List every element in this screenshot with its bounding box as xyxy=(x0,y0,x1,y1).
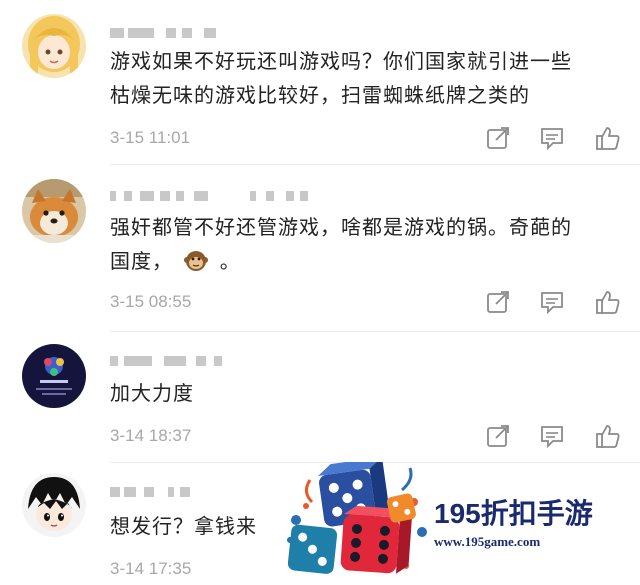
reply-icon[interactable] xyxy=(538,124,566,152)
username-redacted[interactable] xyxy=(110,187,310,205)
avatar[interactable] xyxy=(22,179,86,243)
comment-list: 游戏如果不好玩还叫游戏吗？你们国家就引进一些 枯燥无味的游戏比较好，扫雷蜘蛛纸牌… xyxy=(0,0,640,585)
thumbs-up-icon[interactable] xyxy=(594,422,622,450)
watermark-url: www.195game.com xyxy=(434,534,541,549)
reply-icon[interactable] xyxy=(538,422,566,450)
watermark-title: 195折扣手游 xyxy=(434,498,593,529)
comment-text: 游戏如果不好玩还叫游戏吗？你们国家就引进一些 枯燥无味的游戏比较好，扫雷蜘蛛纸牌… xyxy=(110,49,572,107)
share-icon[interactable] xyxy=(484,124,512,152)
comment-timestamp: 3-15 08:55 xyxy=(110,292,192,311)
comment-timestamp: 3-15 11:01 xyxy=(110,128,191,147)
comment-item: 加大力度 3-14 18:37 xyxy=(0,332,640,462)
comment-item: 强奸都管不好还管游戏，啥都是游戏的锅。奇葩的 国度， 。 3-15 08:55 xyxy=(0,165,640,331)
chibi-boy-avatar xyxy=(22,473,86,537)
comment-timestamp: 3-14 17:35 xyxy=(110,559,192,578)
comment-actions xyxy=(484,124,624,152)
dark-logo-avatar xyxy=(22,344,86,408)
monkey-emoji xyxy=(184,248,209,272)
comment-item: 游戏如果不好玩还叫游戏吗？你们国家就引进一些 枯燥无味的游戏比较好，扫雷蜘蛛纸牌… xyxy=(0,0,640,164)
thumbs-up-icon[interactable] xyxy=(594,124,622,152)
comment-actions xyxy=(484,288,624,316)
comment-actions xyxy=(484,422,624,450)
comment-text: 强奸都管不好还管游戏，啥都是游戏的锅。奇葩的 国度， 。 xyxy=(110,215,572,273)
share-icon[interactable] xyxy=(484,288,512,316)
comment-timestamp: 3-14 18:37 xyxy=(110,426,192,445)
username-redacted[interactable] xyxy=(110,352,230,370)
username-redacted[interactable] xyxy=(110,24,220,42)
anime-girl-avatar xyxy=(22,14,86,78)
avatar[interactable] xyxy=(22,14,86,78)
watermark-logo: 195折扣手游 www.195game.com xyxy=(282,462,640,585)
dice-logo-icon xyxy=(287,462,427,574)
username-redacted[interactable] xyxy=(110,483,220,501)
comment-text: 加大力度 xyxy=(110,381,194,405)
avatar[interactable] xyxy=(22,344,86,408)
shiba-dog-avatar xyxy=(22,179,86,243)
reply-icon[interactable] xyxy=(538,288,566,316)
share-icon[interactable] xyxy=(484,422,512,450)
thumbs-up-icon[interactable] xyxy=(594,288,622,316)
avatar[interactable] xyxy=(22,473,86,537)
